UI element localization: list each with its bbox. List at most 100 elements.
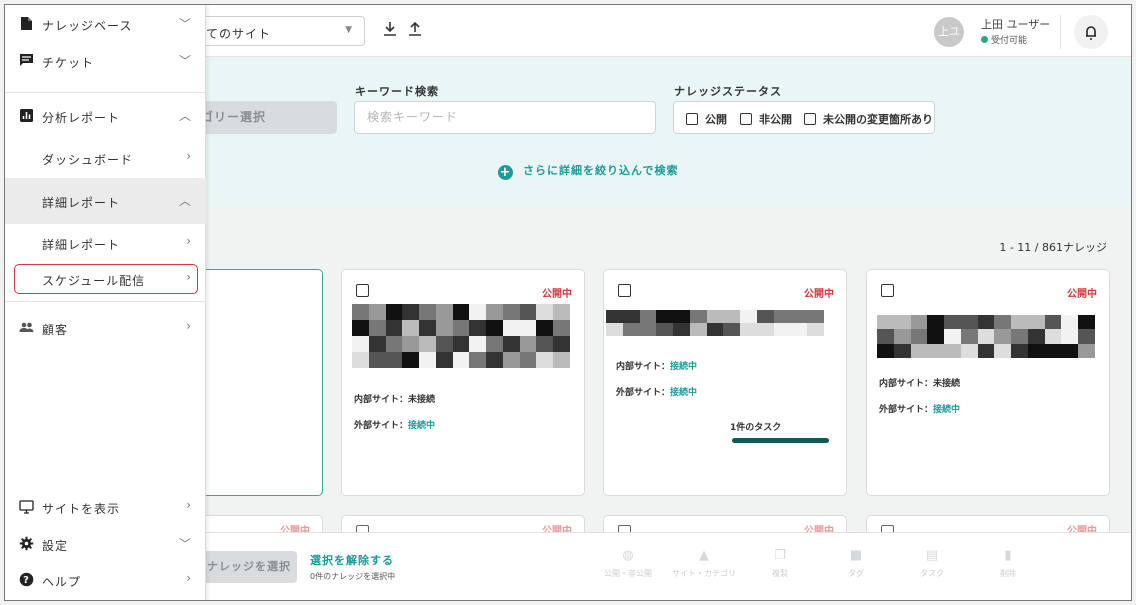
mosaic-cell bbox=[1027, 343, 1045, 358]
sidebar-item-customers[interactable]: 顧客 › bbox=[5, 309, 206, 347]
mosaic-cell bbox=[1044, 315, 1062, 330]
mosaic-cell bbox=[706, 310, 724, 323]
status-public-checkbox[interactable]: 公開 bbox=[686, 111, 727, 127]
mosaic-cell bbox=[756, 310, 774, 323]
mosaic-cell bbox=[910, 329, 928, 344]
mosaic-cell bbox=[486, 304, 503, 320]
mosaic-cell bbox=[807, 323, 824, 336]
mosaic-cell bbox=[723, 310, 741, 323]
copy-icon: ❐ bbox=[774, 548, 786, 563]
sidebar-item-dashboard[interactable]: ダッシュボード › bbox=[5, 139, 206, 177]
gear-icon bbox=[19, 536, 34, 551]
keyword-search-input[interactable]: 検索キーワード bbox=[354, 101, 656, 134]
chevron-down-icon: ﹀ bbox=[178, 17, 192, 31]
notification-button[interactable] bbox=[1074, 15, 1108, 49]
status-private-checkbox[interactable]: 非公開 bbox=[740, 111, 792, 127]
mosaic-cell bbox=[944, 329, 961, 344]
mosaic-cell bbox=[1061, 343, 1079, 358]
mosaic-cell bbox=[368, 352, 386, 368]
mosaic-cell bbox=[1011, 315, 1028, 330]
mosaic-cell bbox=[419, 352, 436, 368]
mosaic-cell bbox=[1044, 329, 1062, 344]
duplicate-action[interactable]: ❐ 複製 bbox=[745, 549, 815, 579]
mosaic-cell bbox=[519, 320, 537, 336]
mosaic-cell bbox=[740, 310, 757, 323]
chevron-right-icon: › bbox=[186, 498, 192, 512]
mosaic-cell bbox=[994, 329, 1012, 344]
mosaic-cell bbox=[673, 310, 690, 323]
checkbox-icon bbox=[686, 113, 698, 125]
deselect-link[interactable]: 選択を解除する bbox=[310, 552, 394, 568]
card-checkbox[interactable] bbox=[356, 284, 369, 297]
mosaic-cell bbox=[502, 336, 520, 352]
status-unpublished-label: 未公開の変更箇所あり bbox=[823, 113, 933, 126]
sidebar-item-detail-reports-group[interactable]: 詳細レポート ︿ bbox=[5, 178, 206, 224]
mosaic-cell bbox=[807, 310, 824, 323]
delete-action[interactable]: ▮ 削除 bbox=[973, 549, 1043, 579]
task-progress-bar bbox=[732, 438, 829, 443]
download-icon[interactable] bbox=[380, 19, 400, 39]
mosaic-cell bbox=[960, 343, 978, 358]
mosaic-cell bbox=[486, 320, 503, 336]
mosaic-cell bbox=[519, 352, 537, 368]
mosaic-cell bbox=[689, 323, 707, 336]
mosaic-cell bbox=[639, 323, 657, 336]
tag-action[interactable]: ■ タグ bbox=[821, 549, 891, 579]
globe-icon: ◍ bbox=[622, 548, 634, 563]
mosaic-cell bbox=[773, 310, 791, 323]
sidebar-item-knowledge-base[interactable]: ナレッジベース ﹀ bbox=[5, 5, 206, 43]
sidebar-item-settings[interactable]: 設定 ﹀ bbox=[5, 525, 206, 563]
status-badge: 公開中 bbox=[1067, 289, 1097, 300]
mosaic-cell bbox=[419, 320, 436, 336]
sidebar-item-tickets[interactable]: チケット ﹀ bbox=[5, 42, 206, 80]
more-filter-label: さらに詳細を絞り込んで検索 bbox=[523, 164, 679, 177]
mosaic-cell bbox=[385, 304, 403, 320]
mosaic-cell bbox=[1011, 329, 1028, 344]
upload-icon[interactable] bbox=[405, 19, 425, 39]
mosaic-cell bbox=[536, 320, 554, 336]
task-action[interactable]: ▤ タスク bbox=[897, 549, 967, 579]
sidebar-item-help[interactable]: ? ヘルプ › bbox=[5, 561, 206, 599]
tag-icon: ■ bbox=[849, 548, 863, 563]
people-icon bbox=[19, 322, 34, 332]
status-public-label: 公開 bbox=[705, 113, 727, 126]
mosaic-cell bbox=[469, 320, 487, 336]
chevron-right-icon: › bbox=[186, 234, 192, 248]
mosaic-cell bbox=[606, 310, 623, 323]
status-unpublished-changes-checkbox[interactable]: 未公開の変更箇所あり bbox=[804, 111, 933, 127]
knowledge-card[interactable]: 公開中 内部サイト：未接続 外部サイト：接続中 bbox=[866, 269, 1110, 496]
mosaic-cell bbox=[435, 304, 453, 320]
sidebar-item-analytics-reports[interactable]: 分析レポート ︿ bbox=[5, 97, 206, 135]
sidebar-item-view-site[interactable]: サイトを表示 › bbox=[5, 488, 206, 526]
mosaic-cell bbox=[536, 352, 554, 368]
mosaic-cell bbox=[469, 304, 487, 320]
thumbnail-image bbox=[606, 310, 824, 336]
mosaic-cell bbox=[927, 315, 945, 330]
svg-text:?: ? bbox=[23, 575, 30, 586]
mosaic-cell bbox=[977, 315, 995, 330]
publish-toggle-action[interactable]: ◍ 公開・非公開 bbox=[593, 549, 663, 579]
knowledge-card[interactable]: 公開中 内部サイト：未接続 外部サイト：接続中 bbox=[341, 269, 585, 496]
mosaic-cell bbox=[352, 352, 369, 368]
site-category-action[interactable]: ▲ サイト・カテゴリ bbox=[669, 549, 739, 579]
mosaic-cell bbox=[656, 310, 674, 323]
card-checkbox[interactable] bbox=[618, 284, 631, 297]
status-private-label: 非公開 bbox=[759, 113, 792, 126]
mosaic-cell bbox=[419, 336, 436, 352]
bell-icon bbox=[1086, 26, 1096, 40]
mosaic-cell bbox=[673, 323, 690, 336]
sidebar-item-scheduled-delivery[interactable]: スケジュール配信 › bbox=[5, 260, 206, 298]
more-filter-button[interactable]: + さらに詳細を絞り込んで検索 bbox=[498, 162, 678, 180]
status-badge: 公開中 bbox=[804, 289, 834, 300]
sidebar-item-detail-reports[interactable]: 詳細レポート › bbox=[5, 224, 206, 262]
mosaic-cell bbox=[622, 310, 640, 323]
trash-icon: ▮ bbox=[1004, 548, 1012, 563]
card-checkbox[interactable] bbox=[881, 284, 894, 297]
mosaic-cell bbox=[893, 343, 911, 358]
knowledge-card[interactable]: 公開中 内部サイト：接続中 外部サイト：接続中 1件のタスク bbox=[603, 269, 847, 496]
mosaic-cell bbox=[553, 336, 570, 352]
chevron-right-icon: › bbox=[186, 270, 192, 284]
mosaic-cell bbox=[706, 323, 724, 336]
mosaic-cell bbox=[469, 336, 487, 352]
avatar[interactable]: 上ユ bbox=[934, 17, 964, 47]
